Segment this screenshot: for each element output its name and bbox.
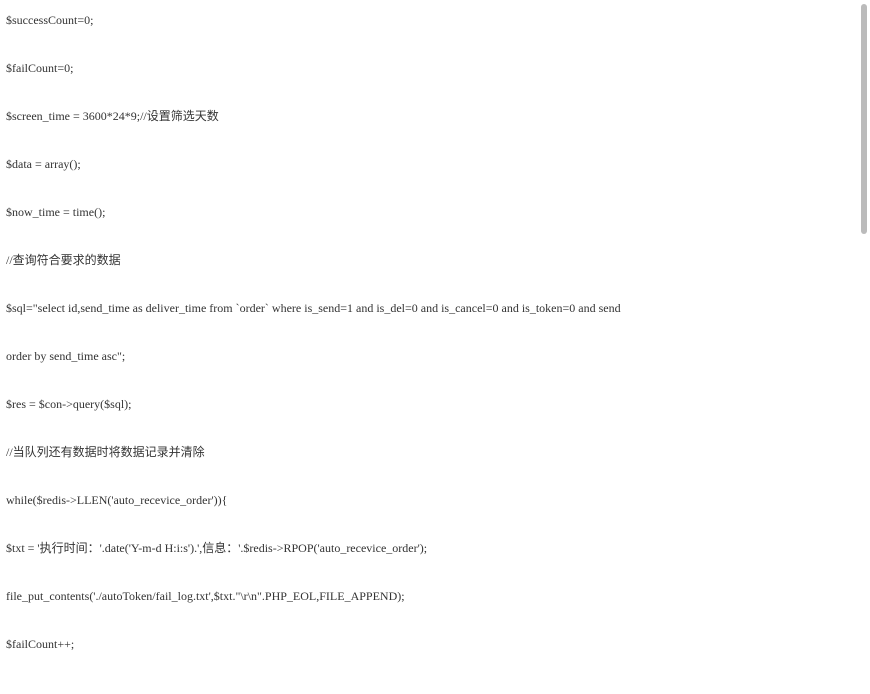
code-line: $now_time = time(); — [6, 204, 870, 220]
code-line: //当队列还有数据时将数据记录并清除 — [6, 444, 870, 460]
code-line: $res = $con->query($sql); — [6, 396, 870, 412]
code-line: file_put_contents('./autoToken/fail_log.… — [6, 588, 870, 604]
code-line: //查询符合要求的数据 — [6, 252, 870, 268]
scrollbar-track[interactable] — [861, 4, 867, 690]
code-line: $txt = '执行时间：'.date('Y-m-d H:i:s').',信息：… — [6, 540, 870, 556]
scrollbar-thumb[interactable] — [861, 4, 867, 234]
code-line: while($redis->LLEN('auto_recevice_order'… — [6, 492, 870, 508]
code-line: $failCount++; — [6, 636, 870, 652]
code-line: $screen_time = 3600*24*9;//设置筛选天数 — [6, 108, 870, 124]
code-line: $successCount=0; — [6, 12, 870, 28]
code-line: $sql="select id,send_time as deliver_tim… — [6, 300, 870, 316]
code-line: $data = array(); — [6, 156, 870, 172]
code-block: $successCount=0; $failCount=0; $screen_t… — [6, 12, 870, 682]
code-line: $failCount=0; — [6, 60, 870, 76]
code-line: order by send_time asc"; — [6, 348, 870, 364]
